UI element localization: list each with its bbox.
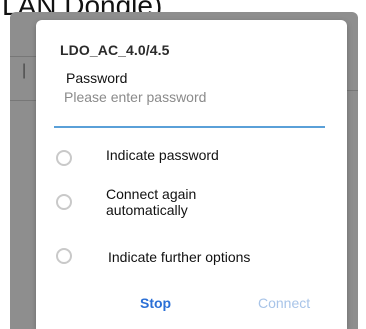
password-input[interactable] [64,87,314,107]
wifi-password-dialog: LDO_AC_4.0/4.5 Password Indicate passwor… [36,20,347,329]
option-indicate-password[interactable]: Indicate password [56,144,336,180]
option-indicate-further-options[interactable]: Indicate further options [56,242,336,278]
background-divider [10,56,36,57]
radio-button[interactable] [56,248,72,264]
option-label: Indicate further options [108,249,251,265]
background-glyph: | [22,62,27,79]
option-label: Connect again automatically [106,186,197,218]
dialog-title: LDO_AC_4.0/4.5 [60,42,170,58]
password-input-underline [54,126,325,128]
connect-button[interactable]: Connect [258,295,310,311]
password-field-group: Password [64,70,326,112]
password-label: Password [66,70,128,86]
background-divider [10,100,36,101]
background-divider [347,90,358,91]
stop-button[interactable]: Stop [140,295,171,311]
option-connect-again-automatically[interactable]: Connect again automatically [56,186,336,224]
radio-button[interactable] [56,150,72,166]
radio-button[interactable] [56,194,72,210]
option-label: Indicate password [106,147,219,163]
